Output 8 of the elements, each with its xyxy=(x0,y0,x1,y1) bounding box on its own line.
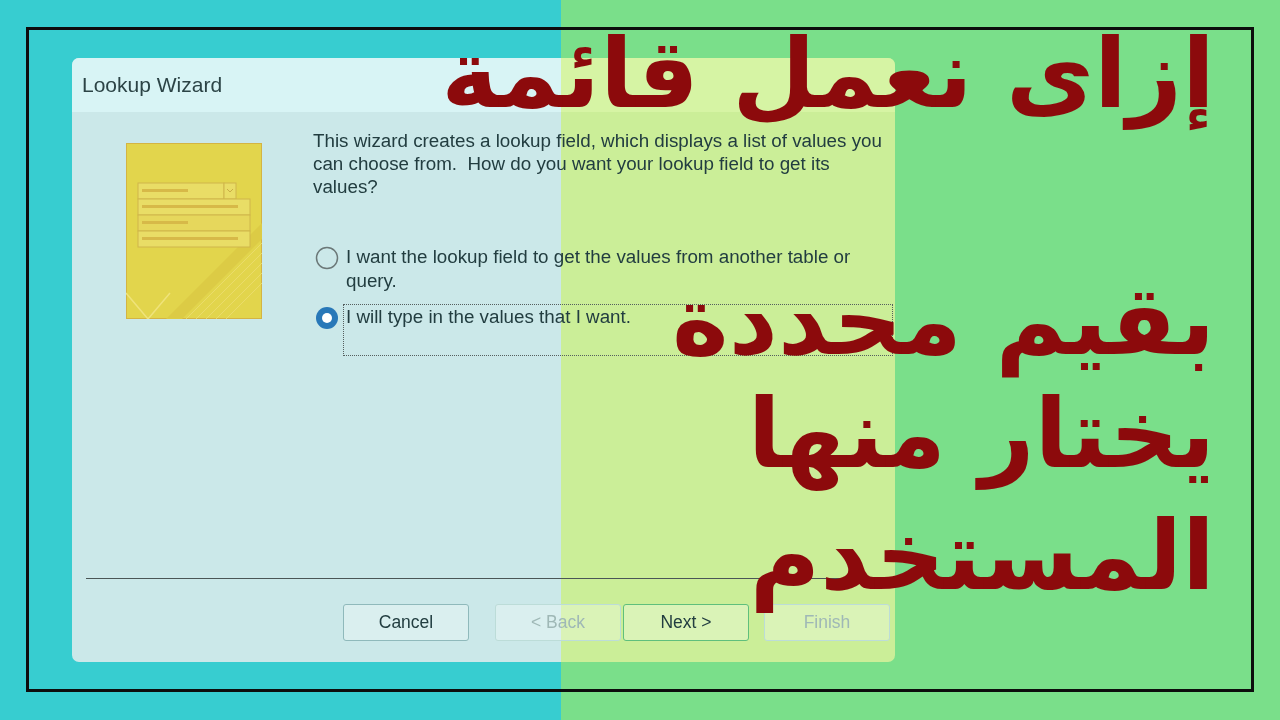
option-label[interactable]: I want the lookup field to get the values from another table or query. xyxy=(343,244,893,296)
headline-text: إزاى نعمل قائمة xyxy=(441,22,1215,128)
radio-button[interactable] xyxy=(315,246,339,270)
description-text: This wizard creates a lookup field, which displays a list of values you can choose from. How do you want your lookup field to get its values? xyxy=(313,129,883,198)
dialog-title: Lookup Wizard xyxy=(82,73,223,97)
wizard-button[interactable]: Next > xyxy=(623,604,749,641)
wizard-button[interactable]: Cancel xyxy=(343,604,469,641)
radio-button[interactable] xyxy=(315,306,339,330)
